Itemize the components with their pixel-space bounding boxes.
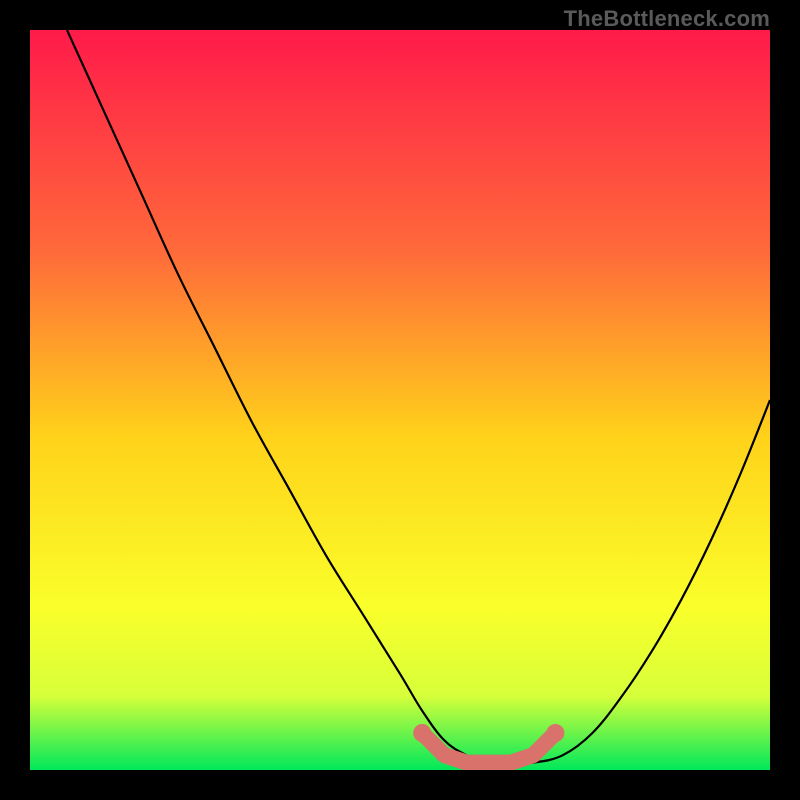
- gradient-background: [30, 30, 770, 770]
- chart-frame: [30, 30, 770, 770]
- watermark-text: TheBottleneck.com: [564, 6, 770, 32]
- chart-svg: [30, 30, 770, 770]
- optimal-range-start-dot: [413, 724, 431, 742]
- optimal-range-end-dot: [546, 724, 564, 742]
